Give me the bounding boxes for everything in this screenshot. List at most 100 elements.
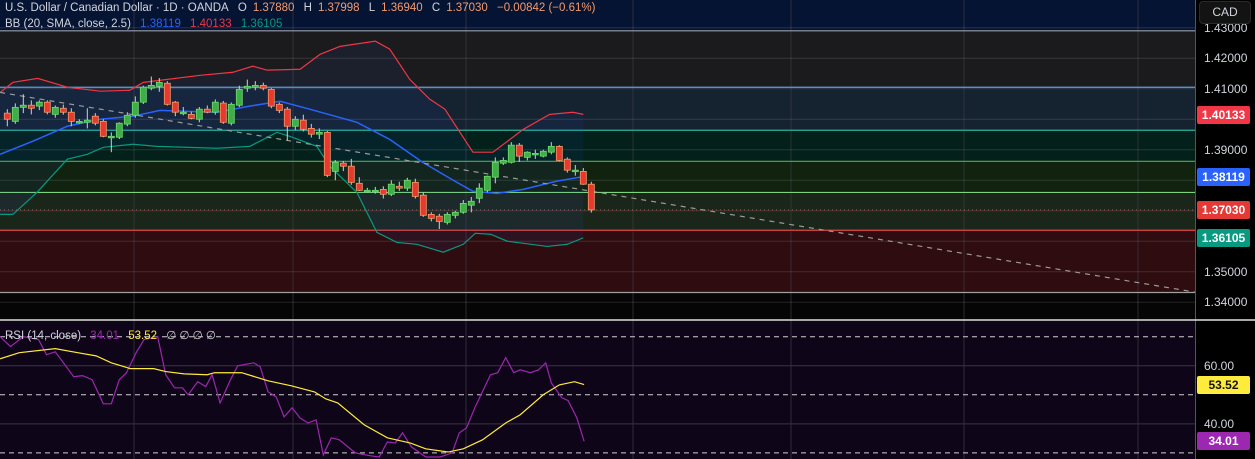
candle-up	[483, 175, 491, 191]
candle-up	[147, 84, 155, 89]
candle-up	[211, 101, 219, 113]
close-value: 1.37030	[446, 2, 488, 14]
rsi-value: 34.01	[90, 330, 120, 342]
candle-up	[531, 153, 539, 156]
candle-up	[443, 213, 451, 223]
candle-up	[315, 131, 323, 135]
candle-up	[547, 145, 555, 153]
rsi-axis-badge: 53.52	[1197, 375, 1250, 394]
candle-up	[491, 161, 499, 178]
candle-down	[355, 182, 363, 191]
price-axis-badge: 1.36105	[1197, 229, 1250, 248]
change-value: −0.00842 (−0.61%)	[497, 2, 596, 14]
price-zone-band	[0, 192, 1195, 231]
candle-up	[467, 200, 475, 206]
candle-down	[219, 102, 227, 123]
candle-down	[67, 111, 75, 122]
candle-up	[195, 108, 203, 120]
candle-up	[75, 120, 83, 124]
candle-up	[251, 84, 259, 88]
rsi-ma-value: 53.52	[128, 330, 158, 342]
price-zone-band	[0, 230, 1195, 293]
bb-upper-value: 1.40133	[190, 18, 232, 30]
price-axis-tick: 1.42000	[1204, 51, 1248, 66]
candle-down	[587, 183, 595, 211]
price-zone-band	[0, 161, 1195, 193]
rsi-legend[interactable]: RSI (14, close) 34.01 53.52 ∅ ∅ ∅ ∅	[5, 328, 222, 342]
candle-down	[379, 188, 387, 195]
candle-down	[275, 103, 283, 111]
candle-down	[187, 113, 195, 119]
candle-down	[563, 158, 571, 171]
candle-up	[11, 106, 19, 122]
candle-up	[539, 150, 547, 157]
candle-down	[27, 104, 35, 109]
price-chart[interactable]	[0, 0, 1255, 459]
price-axis-badge: 1.37030	[1197, 200, 1250, 219]
candle-up	[107, 135, 115, 139]
bb-label: BB (20, SMA, close, 2.5)	[5, 18, 131, 30]
symbol-legend: U.S. Dollar / Canadian Dollar · 1D · OAN…	[5, 2, 595, 14]
candle-down	[347, 165, 355, 183]
candle-down	[411, 181, 419, 197]
candle-down	[427, 213, 435, 219]
candle-up	[331, 161, 339, 172]
candle-up	[35, 101, 43, 107]
candle-up	[371, 189, 379, 193]
rsi-empty-values: ∅ ∅ ∅ ∅	[166, 330, 216, 342]
candle-up	[291, 118, 299, 127]
symbol-title: U.S. Dollar / Canadian Dollar · 1D · OAN…	[5, 2, 229, 14]
candle-down	[59, 107, 67, 113]
candle-up	[523, 151, 531, 158]
candle-down	[259, 84, 267, 89]
candle-up	[451, 211, 459, 216]
candle-down	[395, 185, 403, 189]
open-value: 1.37880	[252, 2, 295, 14]
candle-up	[507, 144, 515, 163]
low-label: L	[368, 2, 376, 14]
candle-up	[139, 86, 147, 103]
candle-up	[123, 114, 131, 125]
candle-up	[363, 189, 371, 193]
candle-down	[307, 127, 315, 135]
high-value: 1.37998	[317, 2, 360, 14]
candle-down	[555, 145, 563, 161]
candle-down	[515, 144, 523, 157]
bb-basis-value: 1.38119	[140, 18, 181, 30]
candle-up	[227, 103, 235, 124]
candle-down	[171, 101, 179, 113]
rsi-axis-tick: 40.00	[1204, 416, 1235, 431]
candle-down	[91, 115, 99, 124]
high-label: H	[303, 2, 312, 14]
candle-down	[203, 108, 211, 113]
candle-up	[19, 104, 27, 108]
rsi-label: RSI (14, close)	[5, 330, 82, 342]
candle-up	[235, 88, 243, 106]
candle-up	[571, 169, 579, 173]
candle-down	[435, 215, 443, 222]
candle-up	[499, 160, 507, 164]
price-axis-tick: 1.34000	[1204, 295, 1248, 310]
close-label: C	[431, 2, 441, 14]
candle-down	[163, 82, 171, 105]
candle-up	[131, 101, 139, 116]
bollinger-legend[interactable]: BB (20, SMA, close, 2.5) 1.38119 1.40133…	[5, 18, 288, 30]
candle-up	[83, 119, 91, 123]
candle-up	[115, 122, 123, 138]
candle-up	[459, 203, 467, 213]
candle-down	[99, 120, 107, 137]
candle-up	[475, 187, 483, 199]
price-axis-tick: 1.39000	[1204, 142, 1248, 157]
price-axis-tick: 1.35000	[1204, 264, 1248, 279]
candle-up	[243, 85, 251, 89]
currency-button[interactable]: CAD	[1199, 1, 1251, 24]
open-label: O	[237, 2, 247, 14]
low-value: 1.36940	[381, 2, 423, 14]
candle-down	[419, 194, 427, 216]
candle-up	[387, 183, 395, 195]
candle-up	[155, 81, 163, 87]
price-axis-tick: 1.41000	[1204, 81, 1248, 96]
candle-down	[299, 119, 307, 130]
candle-up	[51, 106, 59, 115]
candle-down	[267, 88, 275, 107]
